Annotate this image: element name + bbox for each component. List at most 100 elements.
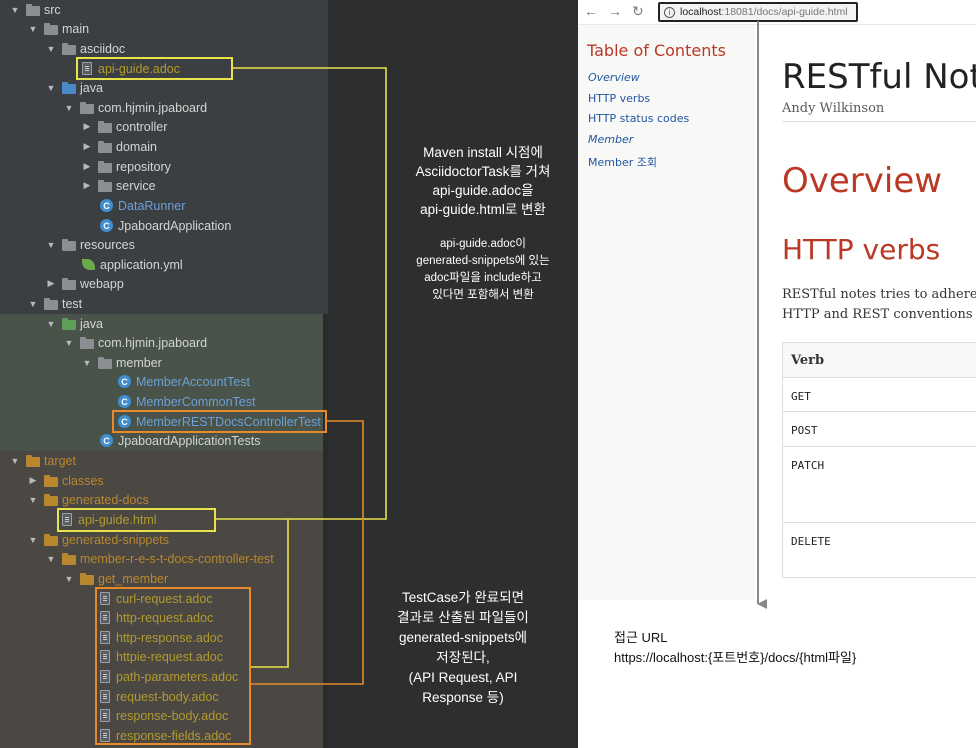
toc-title: Table of Contents	[587, 41, 726, 60]
tree-node-src[interactable]: ▼ src	[10, 0, 61, 19]
tree-node-target[interactable]: ▼ target	[10, 451, 76, 470]
expand-arrow-icon[interactable]: ▼	[46, 240, 56, 250]
tree-node-asciidoc[interactable]: ▼ asciidoc	[46, 39, 126, 58]
annotation-line: 접근 URL	[614, 630, 668, 645]
folder-icon	[26, 3, 40, 16]
tree-node-member[interactable]: ▼ member	[82, 353, 162, 372]
expand-arrow-icon[interactable]: ▼	[10, 456, 20, 466]
table-row: PATCH	[782, 446, 976, 523]
tree-node-controller[interactable]: ▶ controller	[82, 117, 168, 136]
tree-node-main[interactable]: ▼ main	[28, 19, 90, 38]
annotation-line: api-guide.html로 변환	[420, 202, 546, 217]
highlight-api-guide-adoc	[76, 57, 233, 80]
browser-window: ← → ↻ i localhost:18081/docs/api-guide.h…	[578, 0, 976, 600]
spring-class-icon: C	[100, 219, 113, 232]
collapse-arrow-icon[interactable]: ▶	[82, 180, 92, 191]
excluded-folder-icon	[80, 572, 94, 585]
tree-node-package[interactable]: ▼ com.hjmin.jpaboard	[64, 98, 208, 117]
heading-http-verbs: HTTP verbs	[782, 233, 941, 266]
back-icon[interactable]: ←	[584, 3, 598, 19]
reload-icon[interactable]: ↻	[632, 3, 644, 20]
document-title: RESTful Note	[782, 57, 976, 97]
tree-node-datarunner[interactable]: C DataRunner	[100, 196, 185, 215]
package-icon	[98, 140, 112, 153]
resources-folder-icon	[62, 238, 76, 251]
tree-node-member-common-test[interactable]: C MemberCommonTest	[118, 392, 255, 411]
excluded-folder-icon	[44, 533, 58, 546]
class-icon: C	[100, 199, 113, 212]
tree-node-domain[interactable]: ▶ domain	[82, 137, 157, 156]
collapse-arrow-icon[interactable]: ▶	[82, 141, 92, 152]
expand-arrow-icon[interactable]: ▼	[82, 358, 92, 368]
annotation-line: generated-snippets에	[398, 630, 527, 645]
tree-node-member-account-test[interactable]: C MemberAccountTest	[118, 372, 250, 391]
package-icon	[80, 336, 94, 349]
address-bar[interactable]: i localhost:18081/docs/api-guide.html	[658, 2, 858, 22]
excluded-folder-icon	[44, 474, 58, 487]
folder-icon	[44, 297, 58, 310]
annotation-line: Response 등)	[422, 690, 504, 705]
package-icon	[80, 101, 94, 114]
tree-node-test-package[interactable]: ▼ com.hjmin.jpaboard	[64, 333, 208, 352]
annotation-line: 저장된다,	[436, 650, 490, 665]
annotation-line: generated-snippets에 있는	[416, 255, 550, 267]
expand-arrow-icon[interactable]: ▼	[64, 103, 74, 113]
forward-icon[interactable]: →	[608, 3, 622, 19]
tree-node-service[interactable]: ▶ service	[82, 176, 156, 195]
annotation-line: https://localhost:{포트번호}/docs/{html파일}	[614, 650, 857, 665]
table-row: POST	[782, 411, 976, 447]
excluded-folder-icon	[44, 493, 58, 506]
annotation-testcase-output: TestCase가 완료되면 결과로 산출된 파일들이 generated-sn…	[372, 588, 554, 708]
header-divider	[782, 121, 976, 122]
expand-arrow-icon[interactable]: ▼	[28, 535, 38, 545]
collapse-arrow-icon[interactable]: ▶	[28, 475, 38, 486]
tree-node-webapp[interactable]: ▶ webapp	[46, 274, 124, 293]
expand-arrow-icon[interactable]: ▼	[46, 83, 56, 93]
expand-arrow-icon[interactable]: ▼	[28, 299, 38, 309]
toc-link-http-verbs[interactable]: HTTP verbs	[588, 92, 650, 105]
expand-arrow-icon[interactable]: ▼	[64, 338, 74, 348]
annotation-line: AsciidoctorTask를 거쳐	[415, 164, 551, 179]
collapse-arrow-icon[interactable]: ▶	[46, 278, 56, 289]
expand-arrow-icon[interactable]: ▼	[46, 44, 56, 54]
toc-link-member[interactable]: Member	[588, 133, 633, 146]
collapse-arrow-icon[interactable]: ▶	[82, 161, 92, 172]
tree-node-classes[interactable]: ▶ classes	[28, 471, 104, 490]
document-author: Andy Wilkinson	[782, 101, 885, 116]
expand-arrow-icon[interactable]: ▼	[10, 5, 20, 15]
annotation-include-note: api-guide.adoc이 generated-snippets에 있는 a…	[396, 236, 570, 304]
collapse-arrow-icon[interactable]: ▶	[82, 121, 92, 132]
tree-node-main-java[interactable]: ▼ java	[46, 78, 103, 97]
info-icon[interactable]: i	[664, 6, 675, 18]
tree-node-application-yml[interactable]: application.yml	[82, 255, 183, 274]
tree-node-repository[interactable]: ▶ repository	[82, 157, 171, 176]
tree-node-jpaboard-application-tests[interactable]: C JpaboardApplicationTests	[100, 431, 260, 450]
toc-link-http-status-codes[interactable]: HTTP status codes	[588, 112, 689, 125]
test-class-icon: C	[118, 375, 131, 388]
expand-arrow-icon[interactable]: ▼	[64, 574, 74, 584]
tree-node-get-member[interactable]: ▼ get_member	[64, 569, 169, 588]
expand-arrow-icon[interactable]: ▼	[46, 319, 56, 329]
package-icon	[98, 356, 112, 369]
tree-node-generated-snippets[interactable]: ▼ generated-snippets	[28, 530, 170, 549]
tree-node-jpaboard-application[interactable]: C JpaboardApplication	[100, 216, 231, 235]
test-class-icon: C	[118, 395, 131, 408]
toc-link-member-lookup[interactable]: Member 조회	[588, 154, 657, 170]
expand-arrow-icon[interactable]: ▼	[28, 24, 38, 34]
tree-node-member-restdocs-folder[interactable]: ▼ member-r-e-s-t-docs-controller-test	[46, 549, 274, 568]
table-cell-verb: PATCH	[782, 446, 976, 523]
tree-node-test-java[interactable]: ▼ java	[46, 314, 103, 333]
tree-node-test[interactable]: ▼ test	[28, 294, 83, 313]
toc-link-overview[interactable]: Overview	[588, 71, 640, 84]
test-class-icon: C	[100, 434, 113, 447]
browser-toolbar: ← → ↻ i localhost:18081/docs/api-guide.h…	[578, 0, 976, 25]
expand-arrow-icon[interactable]: ▼	[28, 495, 38, 505]
tree-node-resources[interactable]: ▼ resources	[46, 235, 135, 254]
table-row: DELETE	[782, 522, 976, 578]
project-tree-panel: ▼ src ▼ main ▼ asciidoc api-guide.adoc ▼ jav…	[0, 0, 328, 748]
annotation-line: adoc파일을 include하고	[424, 272, 542, 284]
table-header-verb: Verb	[782, 342, 976, 378]
annotation-access-url: 접근 URL https://localhost:{포트번호}/docs/{ht…	[614, 628, 856, 668]
expand-arrow-icon[interactable]: ▼	[46, 554, 56, 564]
tree-node-generated-docs[interactable]: ▼ generated-docs	[28, 490, 149, 509]
